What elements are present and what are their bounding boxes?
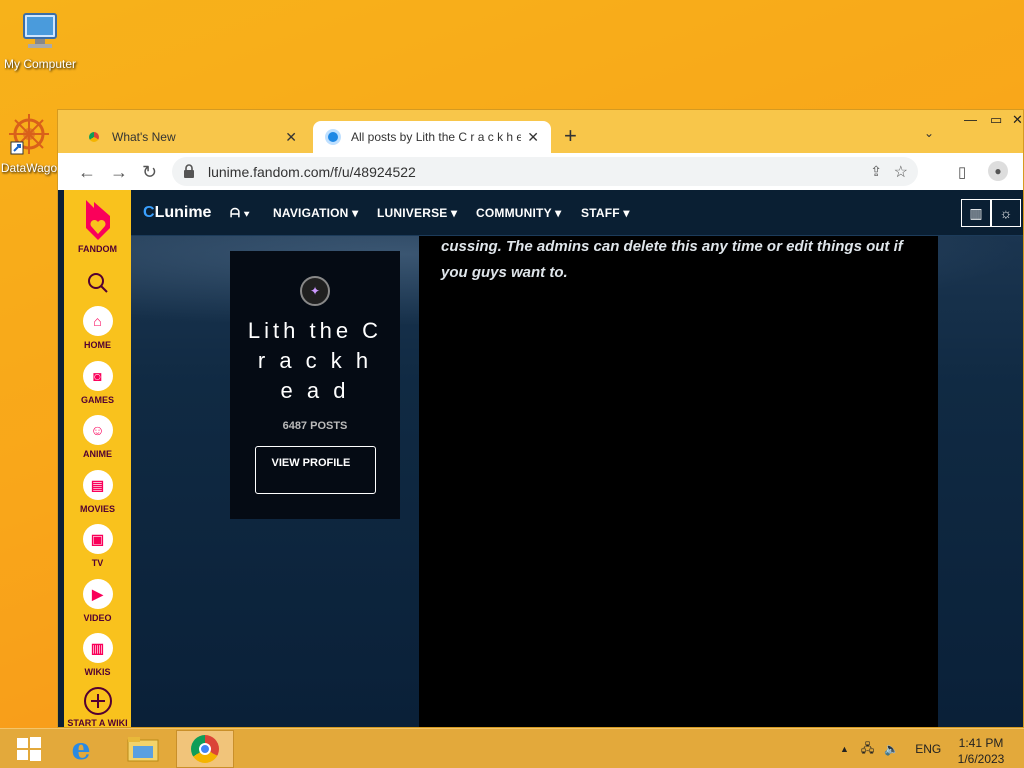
plus-circle-icon [83,687,112,715]
sidebar-item-movies[interactable]: ▤ MOVIES [64,470,131,514]
back-icon[interactable]: ← [78,162,96,183]
minimize-icon[interactable]: — [964,112,977,127]
sidebar-item-label: GAMES [80,395,114,405]
sidebar-item-label: TV [91,558,104,568]
sidebar-item-wikis[interactable]: ▥ WIKIS [64,633,131,677]
desktop-icon-label: DataWago [0,161,58,175]
url-field[interactable]: lunime.fandom.com/f/u/48924522 ⇪ ☆ [172,157,918,186]
post-count: 6487 POSTS [282,420,348,432]
desktop-icon-label: My Computer [3,57,77,71]
windows-logo-icon [17,737,41,761]
avatar[interactable]: ✦ [300,276,330,306]
wiki-activity-book-icon[interactable]: ▥ [961,199,991,227]
language-indicator[interactable]: ENG [915,742,941,756]
tab-title: All posts by Lith the C r a c k h e [351,130,521,144]
view-profile-button[interactable]: VIEW PROFILE [254,446,376,494]
explore-dropdown[interactable]: ᗩ ▾ [230,206,250,221]
internet-explorer-icon: e [71,731,91,767]
reload-icon[interactable]: ↻ [142,162,157,183]
sidebar-item-label: MOVIES [79,504,115,514]
close-tab-icon[interactable]: ✕ [527,129,539,146]
new-tab-button[interactable]: + [564,123,577,149]
gamepad-icon: ◙ [82,361,113,391]
theme-toggle-sun-icon[interactable]: ☼ [991,199,1021,227]
nav-community[interactable]: COMMUNITY ▾ [476,206,561,220]
computer-icon [0,10,80,55]
taskbar: e ▲ 🖧 🔈 ENG 1:41 PM 1/6/2023 [0,728,1024,768]
sidebar-item-anime[interactable]: ☺ ANIME [64,415,131,459]
sidebar-item-label: START A WIKI [67,718,128,728]
post-feed: cussing. The admins can delete this any … [419,236,938,727]
datawago-icon [0,112,60,159]
address-bar: ← → ↻ lunime.fandom.com/f/u/48924522 ⇪ ☆… [58,153,1023,190]
taskbar-file-explorer[interactable] [114,730,172,768]
nav-luniverse[interactable]: LUNIVERSE ▾ [377,206,457,220]
search-button[interactable] [64,272,131,296]
lunime-logo-text: Lunime [154,204,212,221]
browser-window: What's New ✕ All posts by Lith the C r a… [57,109,1024,728]
lunime-favicon-icon [325,129,341,145]
film-icon: ▤ [82,470,113,500]
sidebar-item-video[interactable]: ▶ VIDEO [64,579,131,623]
clock-time: 1:41 PM [958,736,1004,750]
desktop-icon-my-computer[interactable]: My Computer [0,10,80,71]
start-button[interactable] [0,730,58,768]
sidebar-item-label: HOME [84,340,111,350]
tab-title: What's New [112,130,176,144]
tab-bar: What's New ✕ All posts by Lith the C r a… [58,110,1023,153]
volume-icon[interactable]: 🔈 [884,742,899,756]
fandom-flame-icon [85,200,110,240]
sidebar-item-tv[interactable]: ▣ TV [64,524,131,568]
nav-navigation[interactable]: NAVIGATION ▾ [273,206,358,220]
lock-icon [184,164,194,178]
chevron-down-icon[interactable]: ⌄ [924,126,934,140]
clock[interactable]: 1:41 PM 1/6/2023 [948,735,1014,767]
folder-icon [127,737,159,762]
network-icon[interactable]: 🖧 [861,739,874,760]
system-tray: ▲ 🖧 🔈 ENG [840,729,941,768]
fandom-sidebar: FANDOM ⌂ HOME ◙ GAMES ☺ ANIME ▤ MOVIES ▣… [64,190,131,728]
clock-date: 1/6/2023 [957,752,1005,766]
sidebar-item-home[interactable]: ⌂ HOME [64,306,131,350]
forward-icon[interactable]: → [110,162,128,183]
url-text: lunime.fandom.com/f/u/48924522 [208,163,416,180]
close-tab-icon[interactable]: ✕ [285,129,297,146]
profile-card: ✦ Lith the C r a c k h e a d 6487 POSTS … [230,251,400,519]
profile-avatar-icon[interactable]: ● [988,161,1008,181]
web-page: FANDOM ⌂ HOME ◙ GAMES ☺ ANIME ▤ MOVIES ▣… [58,190,1023,728]
community-header: CLunime ᗩ ▾ NAVIGATION ▾ LUNIVERSE ▾ COM… [131,190,1023,236]
fandom-logo[interactable]: FANDOM [64,198,131,254]
sidebar-item-label: ANIME [83,449,112,459]
chrome-favicon-icon [86,129,102,145]
tv-icon: ▣ [82,524,113,554]
taskbar-internet-explorer[interactable]: e [52,730,110,768]
close-window-icon[interactable]: ✕ [1012,112,1023,128]
desktop-icon-datawago[interactable]: DataWago [0,112,60,175]
tab-whats-new[interactable]: What's New ✕ [74,121,309,153]
anime-face-icon: ☺ [82,415,113,445]
post-text: cussing. The admins can delete this any … [441,238,903,281]
lunime-logo[interactable]: CLunime [143,204,211,222]
profile-name: Lith the C r a c k h e a d [247,318,383,403]
bookmark-star-icon[interactable]: ☆ [894,162,908,182]
play-icon: ▶ [82,579,113,609]
sidebar-item-start-a-wiki[interactable]: START A WIKI [64,686,131,728]
taskbar-chrome[interactable] [176,730,234,768]
book-icon: ▥ [82,633,113,663]
sidebar-item-label: VIDEO [83,613,112,623]
restore-icon[interactable]: ▭ [990,112,1002,128]
home-icon: ⌂ [82,306,113,336]
share-icon[interactable]: ⇪ [870,163,882,180]
fandom-brand: FANDOM [78,244,117,254]
sidebar-item-games[interactable]: ◙ GAMES [64,361,131,405]
sidebar-item-label: WIKIS [84,667,111,677]
nav-staff[interactable]: STAFF ▾ [581,206,630,220]
tab-all-posts[interactable]: All posts by Lith the C r a c k h e ✕ [313,121,551,153]
side-panel-icon[interactable]: ▯ [958,163,966,181]
search-icon [87,273,108,293]
show-hidden-icons-chevron-icon[interactable]: ▲ [840,744,849,754]
chrome-icon [191,735,219,763]
